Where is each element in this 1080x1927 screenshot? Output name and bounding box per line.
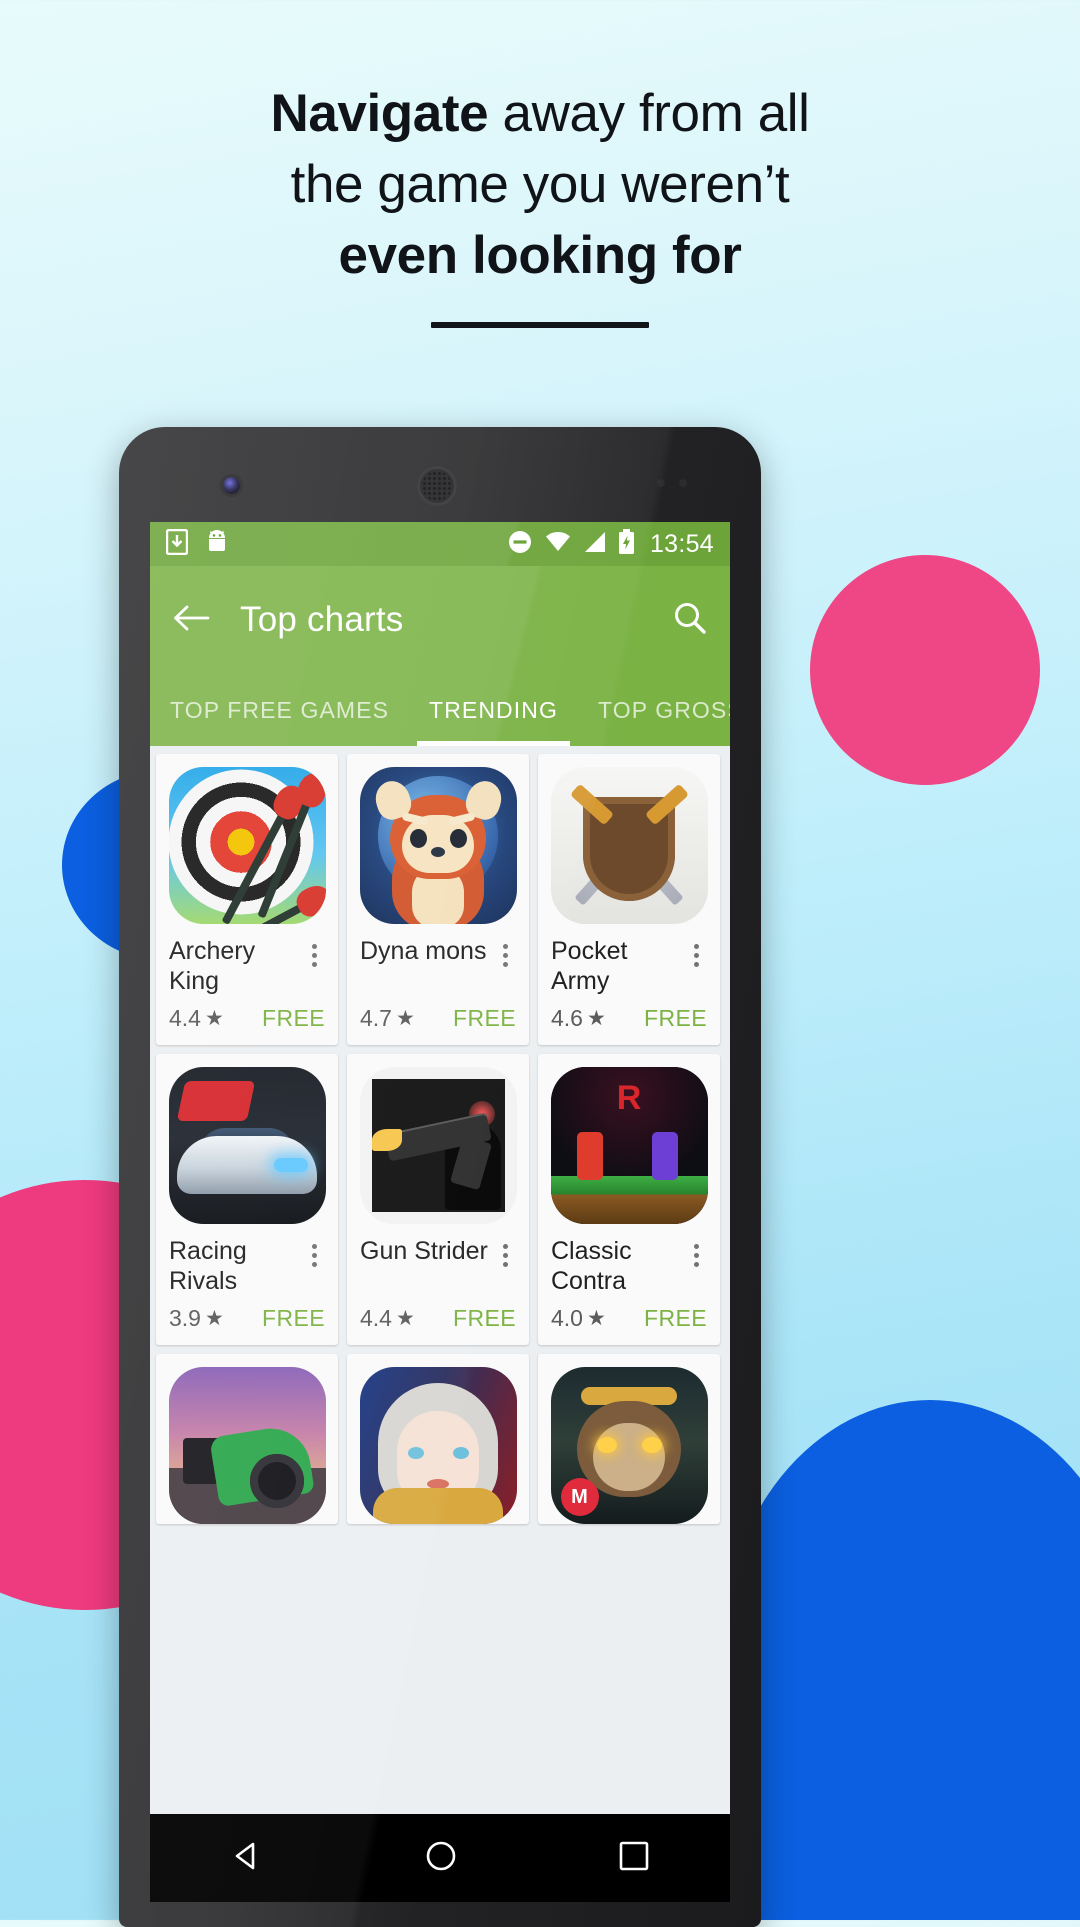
overflow-menu-icon[interactable]	[685, 936, 707, 967]
app-card[interactable]: Dyna mons 4.7 ★ FREE	[347, 754, 529, 1045]
search-icon[interactable]	[672, 600, 708, 641]
headline-bold-word: Navigate	[270, 84, 489, 143]
tab-top-grossing[interactable]: TOP GROSSING	[578, 674, 730, 746]
app-card[interactable]	[156, 1354, 338, 1524]
overflow-menu-icon[interactable]	[303, 1236, 325, 1267]
app-card[interactable]: R Classic Contra 4.0 ★ FREE	[538, 1054, 720, 1345]
tab-top-free-games[interactable]: TOP FREE GAMES	[150, 674, 409, 746]
star-icon: ★	[204, 1307, 224, 1330]
app-rating: 4.6 ★	[551, 1005, 606, 1031]
status-bar-clock: 13:54	[649, 529, 714, 558]
app-rating: 3.9 ★	[169, 1305, 224, 1331]
app-rating: 4.4 ★	[169, 1005, 224, 1031]
front-camera-icon	[223, 477, 240, 494]
headline-line3: even looking for	[338, 226, 742, 285]
do-not-disturb-icon	[507, 529, 533, 560]
home-circle-icon[interactable]	[423, 1838, 459, 1879]
app-rating: 4.7 ★	[360, 1005, 415, 1031]
app-card[interactable]: Archery King 4.4 ★ FREE	[156, 754, 338, 1045]
download-icon	[165, 528, 189, 560]
app-title: Archery King	[169, 937, 256, 995]
status-bar: 13:54	[150, 522, 730, 566]
page-title: Top charts	[240, 600, 404, 639]
back-arrow-icon[interactable]	[172, 603, 210, 638]
star-icon: ★	[395, 1007, 415, 1030]
app-price: FREE	[453, 1305, 516, 1331]
app-price: FREE	[262, 1005, 325, 1031]
promo-headline: Navigate away from all the game you were…	[0, 78, 1080, 291]
app-thumbnail-pocket-army[interactable]	[550, 767, 708, 924]
app-price: FREE	[262, 1305, 325, 1331]
star-icon: ★	[204, 1007, 224, 1030]
app-thumbnail-racing-rivals[interactable]	[168, 1067, 326, 1224]
proximity-sensors-icon	[657, 479, 695, 487]
app-card[interactable]: Gun Strider 4.4 ★ FREE	[347, 1054, 529, 1345]
signal-icon	[583, 530, 607, 559]
app-thumbnail-dynamons[interactable]	[359, 767, 517, 924]
phone-screen: 13:54 Top charts TOP FREE GAMES TRENDING…	[150, 522, 730, 1902]
app-price: FREE	[644, 1305, 707, 1331]
app-thumbnail-monkey-king[interactable]: M	[550, 1367, 708, 1524]
back-triangle-icon[interactable]	[229, 1838, 265, 1879]
app-title: Pocket Army	[551, 937, 628, 995]
app-rating: 4.0 ★	[551, 1305, 606, 1331]
app-thumbnail-moto-racing[interactable]	[168, 1367, 326, 1524]
tab-trending[interactable]: TRENDING	[409, 674, 578, 746]
earpiece-speaker-icon	[417, 466, 457, 506]
android-icon	[204, 529, 230, 559]
overflow-menu-icon[interactable]	[303, 936, 325, 967]
app-price: FREE	[453, 1005, 516, 1031]
app-title: Dyna mons	[360, 937, 487, 965]
app-thumbnail-gun-strider[interactable]	[359, 1067, 517, 1224]
app-rating: 4.4 ★	[360, 1305, 415, 1331]
blob-pink-right	[810, 555, 1040, 785]
star-icon: ★	[586, 1307, 606, 1330]
app-thumbnail-archery-king[interactable]	[168, 767, 326, 924]
android-navigation-bar	[150, 1814, 730, 1902]
star-icon: ★	[586, 1007, 606, 1030]
app-card[interactable]: M	[538, 1354, 720, 1524]
overflow-menu-icon[interactable]	[494, 936, 516, 967]
recents-square-icon[interactable]	[617, 1839, 651, 1878]
headline-line1-rest: away from all	[488, 84, 810, 143]
app-card[interactable]	[347, 1354, 529, 1524]
star-icon: ★	[395, 1307, 415, 1330]
app-title: Racing Rivals	[169, 1237, 247, 1295]
wifi-icon	[544, 530, 572, 559]
overflow-menu-icon[interactable]	[685, 1236, 707, 1267]
headline-underline-rule	[431, 322, 649, 328]
app-thumbnail-fantasy-rpg[interactable]	[359, 1367, 517, 1524]
app-card[interactable]: Pocket Army 4.6 ★ FREE	[538, 754, 720, 1045]
app-price: FREE	[644, 1005, 707, 1031]
overflow-menu-icon[interactable]	[494, 1236, 516, 1267]
battery-charging-icon	[618, 528, 635, 560]
app-title: Gun Strider	[360, 1237, 488, 1265]
app-thumbnail-classic-contra[interactable]: R	[550, 1067, 708, 1224]
tab-bar: TOP FREE GAMES TRENDING TOP GROSSING	[150, 674, 730, 746]
app-grid: Archery King 4.4 ★ FREE Dyna mons 4.7 ★ …	[150, 746, 730, 1532]
app-title: Classic Contra	[551, 1237, 632, 1295]
headline-line2: the game you weren’t	[290, 155, 790, 214]
app-card[interactable]: Racing Rivals 3.9 ★ FREE	[156, 1054, 338, 1345]
phone-mockup: 13:54 Top charts TOP FREE GAMES TRENDING…	[119, 427, 761, 1927]
app-bar: Top charts TOP FREE GAMES TRENDING TOP G…	[150, 566, 730, 746]
blob-blue-right	[720, 1400, 1080, 1920]
